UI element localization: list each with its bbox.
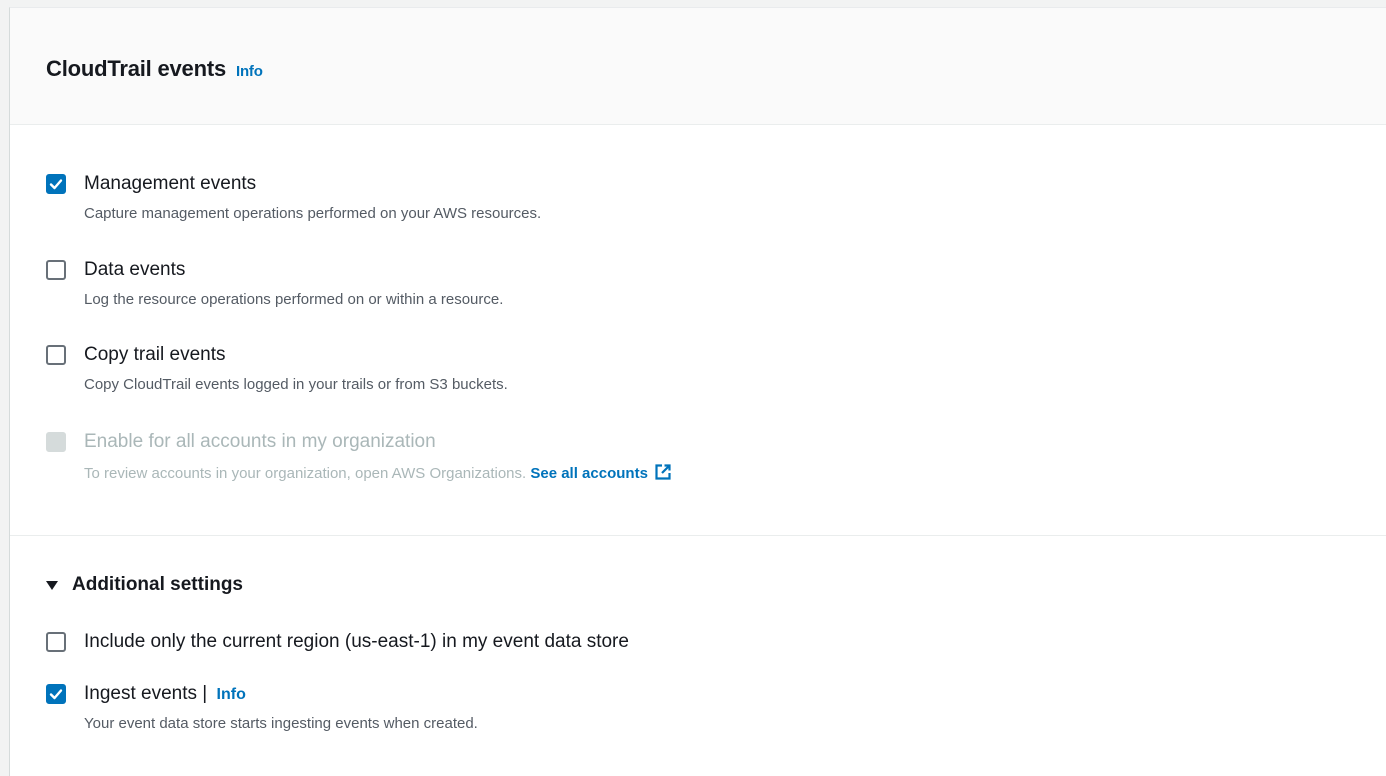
panel-header: CloudTrail events Info (10, 8, 1386, 125)
current-region-label[interactable]: Include only the current region (us-east… (84, 631, 629, 653)
caret-down-icon[interactable] (46, 580, 58, 590)
ingest-events-label[interactable]: Ingest events | Info (84, 683, 246, 705)
data-events-description: Log the resource operations performed on… (84, 291, 504, 308)
check-icon (49, 179, 63, 190)
copy-trail-events-description: Copy CloudTrail events logged in your tr… (84, 376, 508, 393)
see-all-accounts-link[interactable]: See all accounts (530, 465, 648, 482)
info-link[interactable]: Info (236, 63, 263, 80)
management-events-option[interactable]: Management events Capture management ope… (46, 173, 541, 222)
copy-trail-events-checkbox[interactable] (46, 345, 66, 365)
additional-settings-label[interactable]: Additional settings (72, 574, 243, 596)
panel-title: CloudTrail events Info (46, 56, 263, 82)
additional-settings-toggle[interactable]: Additional settings (46, 574, 243, 596)
ingest-events-option[interactable]: Ingest events | Info Your event data sto… (46, 683, 478, 732)
management-events-label[interactable]: Management events (84, 173, 256, 195)
enable-all-accounts-checkbox (46, 432, 66, 452)
ingest-events-description: Your event data store starts ingesting e… (84, 715, 478, 732)
current-region-checkbox[interactable] (46, 632, 66, 652)
enable-all-accounts-description: To review accounts in your organization,… (84, 463, 672, 482)
copy-trail-events-label[interactable]: Copy trail events (84, 344, 226, 366)
management-events-description: Capture management operations performed … (84, 205, 542, 222)
data-events-option[interactable]: Data events Log the resource operations … (46, 259, 503, 308)
ingest-events-info-link[interactable]: Info (217, 686, 246, 703)
copy-trail-events-option[interactable]: Copy trail events Copy CloudTrail events… (46, 344, 508, 393)
cloudtrail-events-panel: CloudTrail events Info Management events … (9, 7, 1386, 776)
management-events-checkbox[interactable] (46, 174, 66, 194)
event-options: Management events Capture management ope… (10, 125, 1386, 536)
ingest-events-label-text[interactable]: Ingest events | (84, 683, 207, 704)
data-events-label[interactable]: Data events (84, 259, 185, 281)
external-link-icon[interactable] (654, 463, 672, 481)
current-region-option[interactable]: Include only the current region (us-east… (46, 631, 629, 653)
panel-title-text: CloudTrail events (46, 56, 226, 81)
enable-all-accounts-description-text: To review accounts in your organization,… (84, 465, 527, 482)
ingest-events-checkbox[interactable] (46, 684, 66, 704)
data-events-checkbox[interactable] (46, 260, 66, 280)
enable-all-accounts-label: Enable for all accounts in my organizati… (84, 431, 436, 452)
enable-all-accounts-option: Enable for all accounts in my organizati… (46, 431, 672, 482)
check-icon (49, 689, 63, 700)
